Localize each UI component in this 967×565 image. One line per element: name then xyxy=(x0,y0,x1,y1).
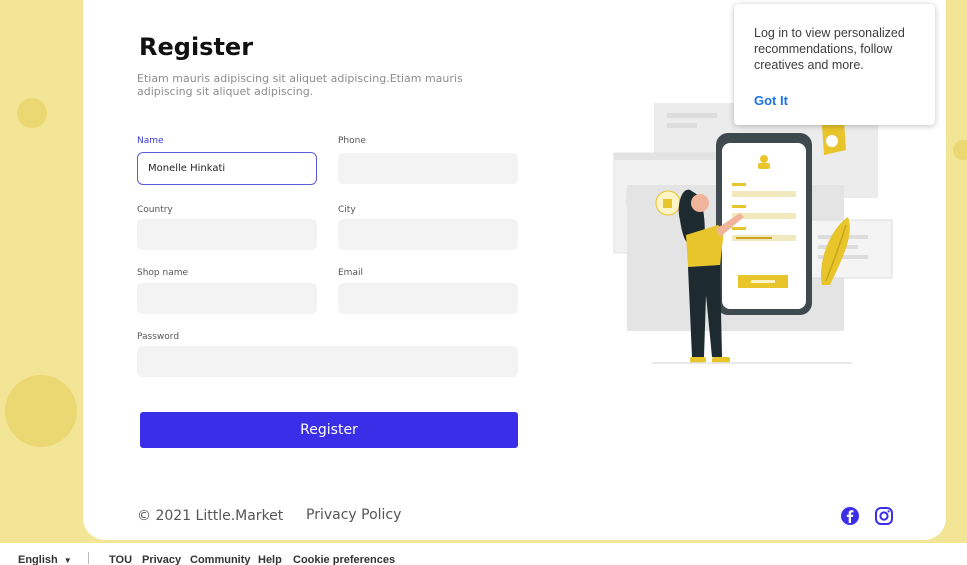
got-it-button[interactable]: Got It xyxy=(754,93,788,108)
instagram-icon[interactable] xyxy=(874,506,894,526)
chevron-down-icon: ▼ xyxy=(63,556,72,565)
cookie-preferences-link[interactable]: Cookie preferences xyxy=(293,554,395,565)
tou-link[interactable]: TOU xyxy=(109,554,132,565)
privacy-policy-link[interactable]: Privacy Policy xyxy=(306,507,401,523)
password-label: Password xyxy=(137,332,180,342)
phone-label: Phone xyxy=(338,136,366,146)
city-label: City xyxy=(338,205,356,215)
decor-circle-small xyxy=(17,98,47,128)
login-prompt-popup: Log in to view personalized recommendati… xyxy=(734,4,935,125)
decor-circle-right xyxy=(953,140,967,160)
popup-message: Log in to view personalized recommendati… xyxy=(754,26,905,72)
name-field[interactable] xyxy=(137,152,317,185)
register-button[interactable]: Register xyxy=(140,412,518,448)
country-label: Country xyxy=(137,205,173,215)
language-selector[interactable]: English ▼ xyxy=(18,554,72,565)
language-label: English xyxy=(18,554,58,565)
email-label: Email xyxy=(338,268,363,278)
help-link[interactable]: Help xyxy=(258,554,282,565)
copyright-text: © 2021 Little.Market xyxy=(137,508,284,524)
facebook-icon[interactable] xyxy=(840,506,860,526)
divider xyxy=(88,552,89,564)
email-field[interactable] xyxy=(338,283,518,314)
shop-name-label: Shop name xyxy=(137,268,189,278)
page: Register Etiam mauris adipiscing sit ali… xyxy=(0,0,967,565)
register-illustration xyxy=(613,103,893,364)
privacy-link[interactable]: Privacy xyxy=(142,554,181,565)
phone-field[interactable] xyxy=(338,153,518,184)
city-field[interactable] xyxy=(338,219,518,250)
community-link[interactable]: Community xyxy=(190,554,251,565)
page-subtitle: Etiam mauris adipiscing sit aliquet adip… xyxy=(137,72,463,98)
page-title: Register xyxy=(139,33,254,61)
country-field[interactable] xyxy=(137,219,317,250)
bottom-bar: English ▼ TOU Privacy Community Help Cook… xyxy=(0,543,967,565)
shop-name-field[interactable] xyxy=(137,283,317,314)
decor-circle-large xyxy=(5,375,77,447)
password-field[interactable] xyxy=(137,346,518,377)
name-label: Name xyxy=(137,136,164,146)
